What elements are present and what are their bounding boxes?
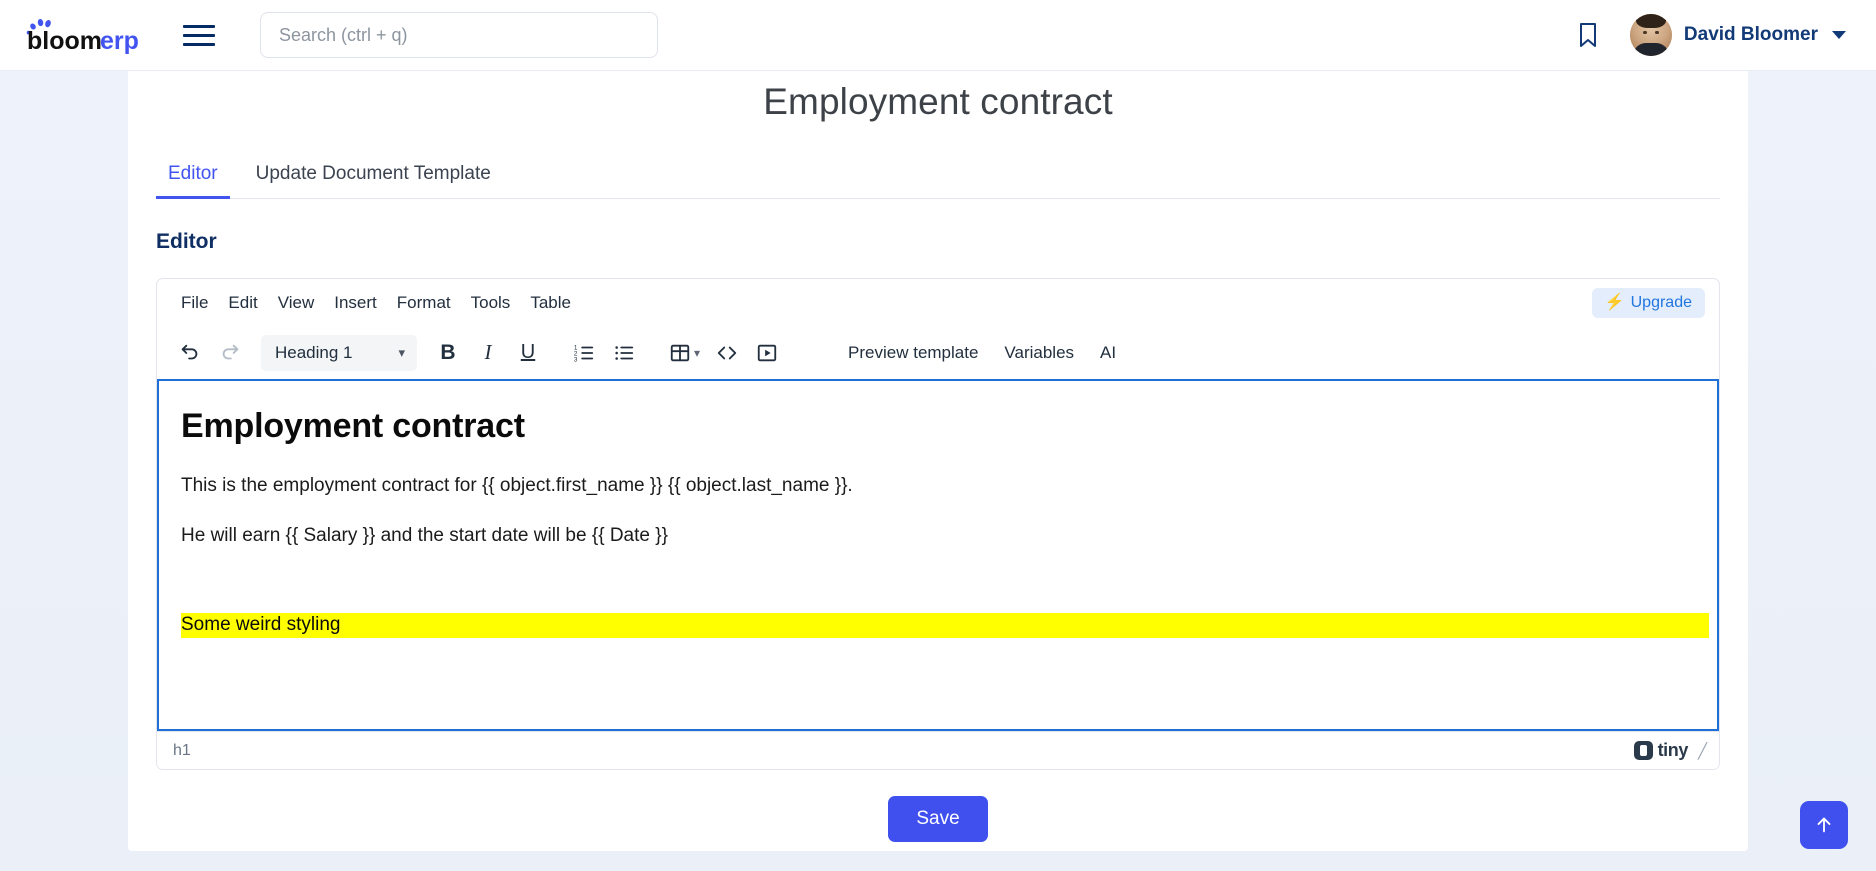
- menu-view[interactable]: View: [268, 288, 325, 318]
- top-navbar: bloom erp David Bloomer: [0, 0, 1876, 71]
- table-icon: [670, 344, 690, 361]
- underline-button[interactable]: U: [509, 334, 547, 372]
- bold-icon: B: [440, 340, 456, 364]
- upgrade-label: Upgrade: [1630, 294, 1692, 311]
- redo-arrow-icon: [222, 344, 239, 359]
- content-paragraph-1: This is the employment contract for {{ o…: [181, 475, 853, 496]
- variables-button[interactable]: Variables: [992, 336, 1086, 370]
- hamburger-bar: [183, 33, 215, 37]
- search-input[interactable]: [279, 24, 639, 46]
- ai-button[interactable]: AI: [1088, 336, 1128, 370]
- section-title: Editor: [156, 230, 217, 253]
- content-card: Employment contract Editor Update Docume…: [128, 71, 1748, 851]
- bullet-list-button[interactable]: [605, 334, 643, 372]
- underline-icon: U: [520, 341, 536, 363]
- content-heading: Employment contract: [181, 407, 525, 445]
- tinymce-editor: File Edit View Insert Format Tools Table…: [156, 278, 1720, 770]
- app-logo[interactable]: bloom erp: [22, 13, 154, 57]
- menu-tools[interactable]: Tools: [461, 288, 521, 318]
- tab-editor[interactable]: Editor: [156, 163, 230, 199]
- chevron-down-icon: [1832, 31, 1846, 39]
- svg-text:bloom: bloom: [27, 27, 102, 55]
- content-highlighted-line: Some weird styling: [181, 613, 1709, 638]
- format-select-value: Heading 1: [275, 342, 353, 362]
- menu-file[interactable]: File: [171, 288, 218, 318]
- chevron-down-icon: ▾: [694, 345, 701, 360]
- upgrade-button[interactable]: ⚡ Upgrade: [1591, 288, 1705, 318]
- editor-content-area[interactable]: Employment contract This is the employme…: [157, 379, 1719, 731]
- resize-grip-icon[interactable]: ╱: [1698, 742, 1709, 760]
- bloomerp-logo-icon: bloom erp: [26, 19, 139, 55]
- tab-bar: Editor Update Document Template: [156, 153, 1720, 199]
- tiny-logo-icon[interactable]: tiny: [1633, 740, 1689, 761]
- menu-table[interactable]: Table: [520, 288, 581, 318]
- bold-button[interactable]: B: [429, 334, 467, 372]
- italic-icon: I: [484, 340, 492, 364]
- source-code-button[interactable]: [708, 334, 746, 372]
- table-button[interactable]: ▾: [661, 334, 706, 372]
- undo-button[interactable]: [171, 334, 209, 372]
- lightning-bolt-icon: ⚡: [1604, 294, 1625, 311]
- undo-arrow-icon: [181, 344, 198, 359]
- format-select[interactable]: Heading 1 ▾: [261, 334, 417, 371]
- bookmark-icon[interactable]: [1568, 15, 1608, 55]
- menu-edit[interactable]: Edit: [218, 288, 267, 318]
- source-code-icon: [717, 346, 737, 359]
- tab-update-document-template[interactable]: Update Document Template: [244, 163, 503, 198]
- save-button[interactable]: Save: [888, 796, 988, 842]
- user-menu[interactable]: David Bloomer: [1629, 14, 1850, 56]
- scroll-to-top-button[interactable]: [1800, 801, 1848, 849]
- hamburger-bar: [183, 24, 215, 28]
- menu-format[interactable]: Format: [387, 288, 461, 318]
- bullet-list-icon: [615, 345, 634, 360]
- italic-button[interactable]: I: [469, 334, 507, 372]
- navbar-right-actions: David Bloomer: [1568, 14, 1850, 56]
- svg-text:erp: erp: [100, 27, 139, 55]
- page-title: Employment contract: [763, 81, 1113, 122]
- numbered-list-button[interactable]: 1 2 3: [565, 334, 603, 372]
- editor-statusbar: h1 tiny ╱: [157, 731, 1719, 769]
- arrow-up-icon: [1817, 817, 1831, 833]
- highlighted-text: Some weird styling: [181, 613, 1709, 638]
- tiny-branding-label: tiny: [1657, 740, 1689, 760]
- preview-template-button[interactable]: Preview template: [836, 336, 990, 370]
- tiny-mark: [1633, 741, 1653, 760]
- redo-button[interactable]: [211, 334, 249, 372]
- save-row: Save: [128, 796, 1748, 842]
- avatar: [1629, 14, 1672, 56]
- editor-toolbar: Heading 1 ▾ B I U 1 2 3 ▾ Preview templa…: [157, 326, 1719, 379]
- user-name: David Bloomer: [1683, 24, 1818, 45]
- media-play-icon: [757, 344, 777, 361]
- bookmark-glyph: [1579, 23, 1596, 47]
- menu-insert[interactable]: Insert: [324, 288, 387, 318]
- search-container[interactable]: [260, 12, 658, 58]
- statusbar-right: tiny ╱: [1633, 740, 1709, 761]
- chevron-down-icon: ▾: [398, 344, 405, 360]
- svg-text:3: 3: [574, 356, 578, 363]
- content-paragraph-2: He will earn {{ Salary }} and the start …: [181, 525, 668, 546]
- media-button[interactable]: [748, 334, 786, 372]
- editor-menubar: File Edit View Insert Format Tools Table…: [157, 279, 1719, 326]
- hamburger-bar: [183, 42, 215, 46]
- hamburger-menu-icon[interactable]: [180, 19, 218, 51]
- numbered-list-icon: 1 2 3: [574, 344, 594, 363]
- element-path[interactable]: h1: [173, 742, 191, 760]
